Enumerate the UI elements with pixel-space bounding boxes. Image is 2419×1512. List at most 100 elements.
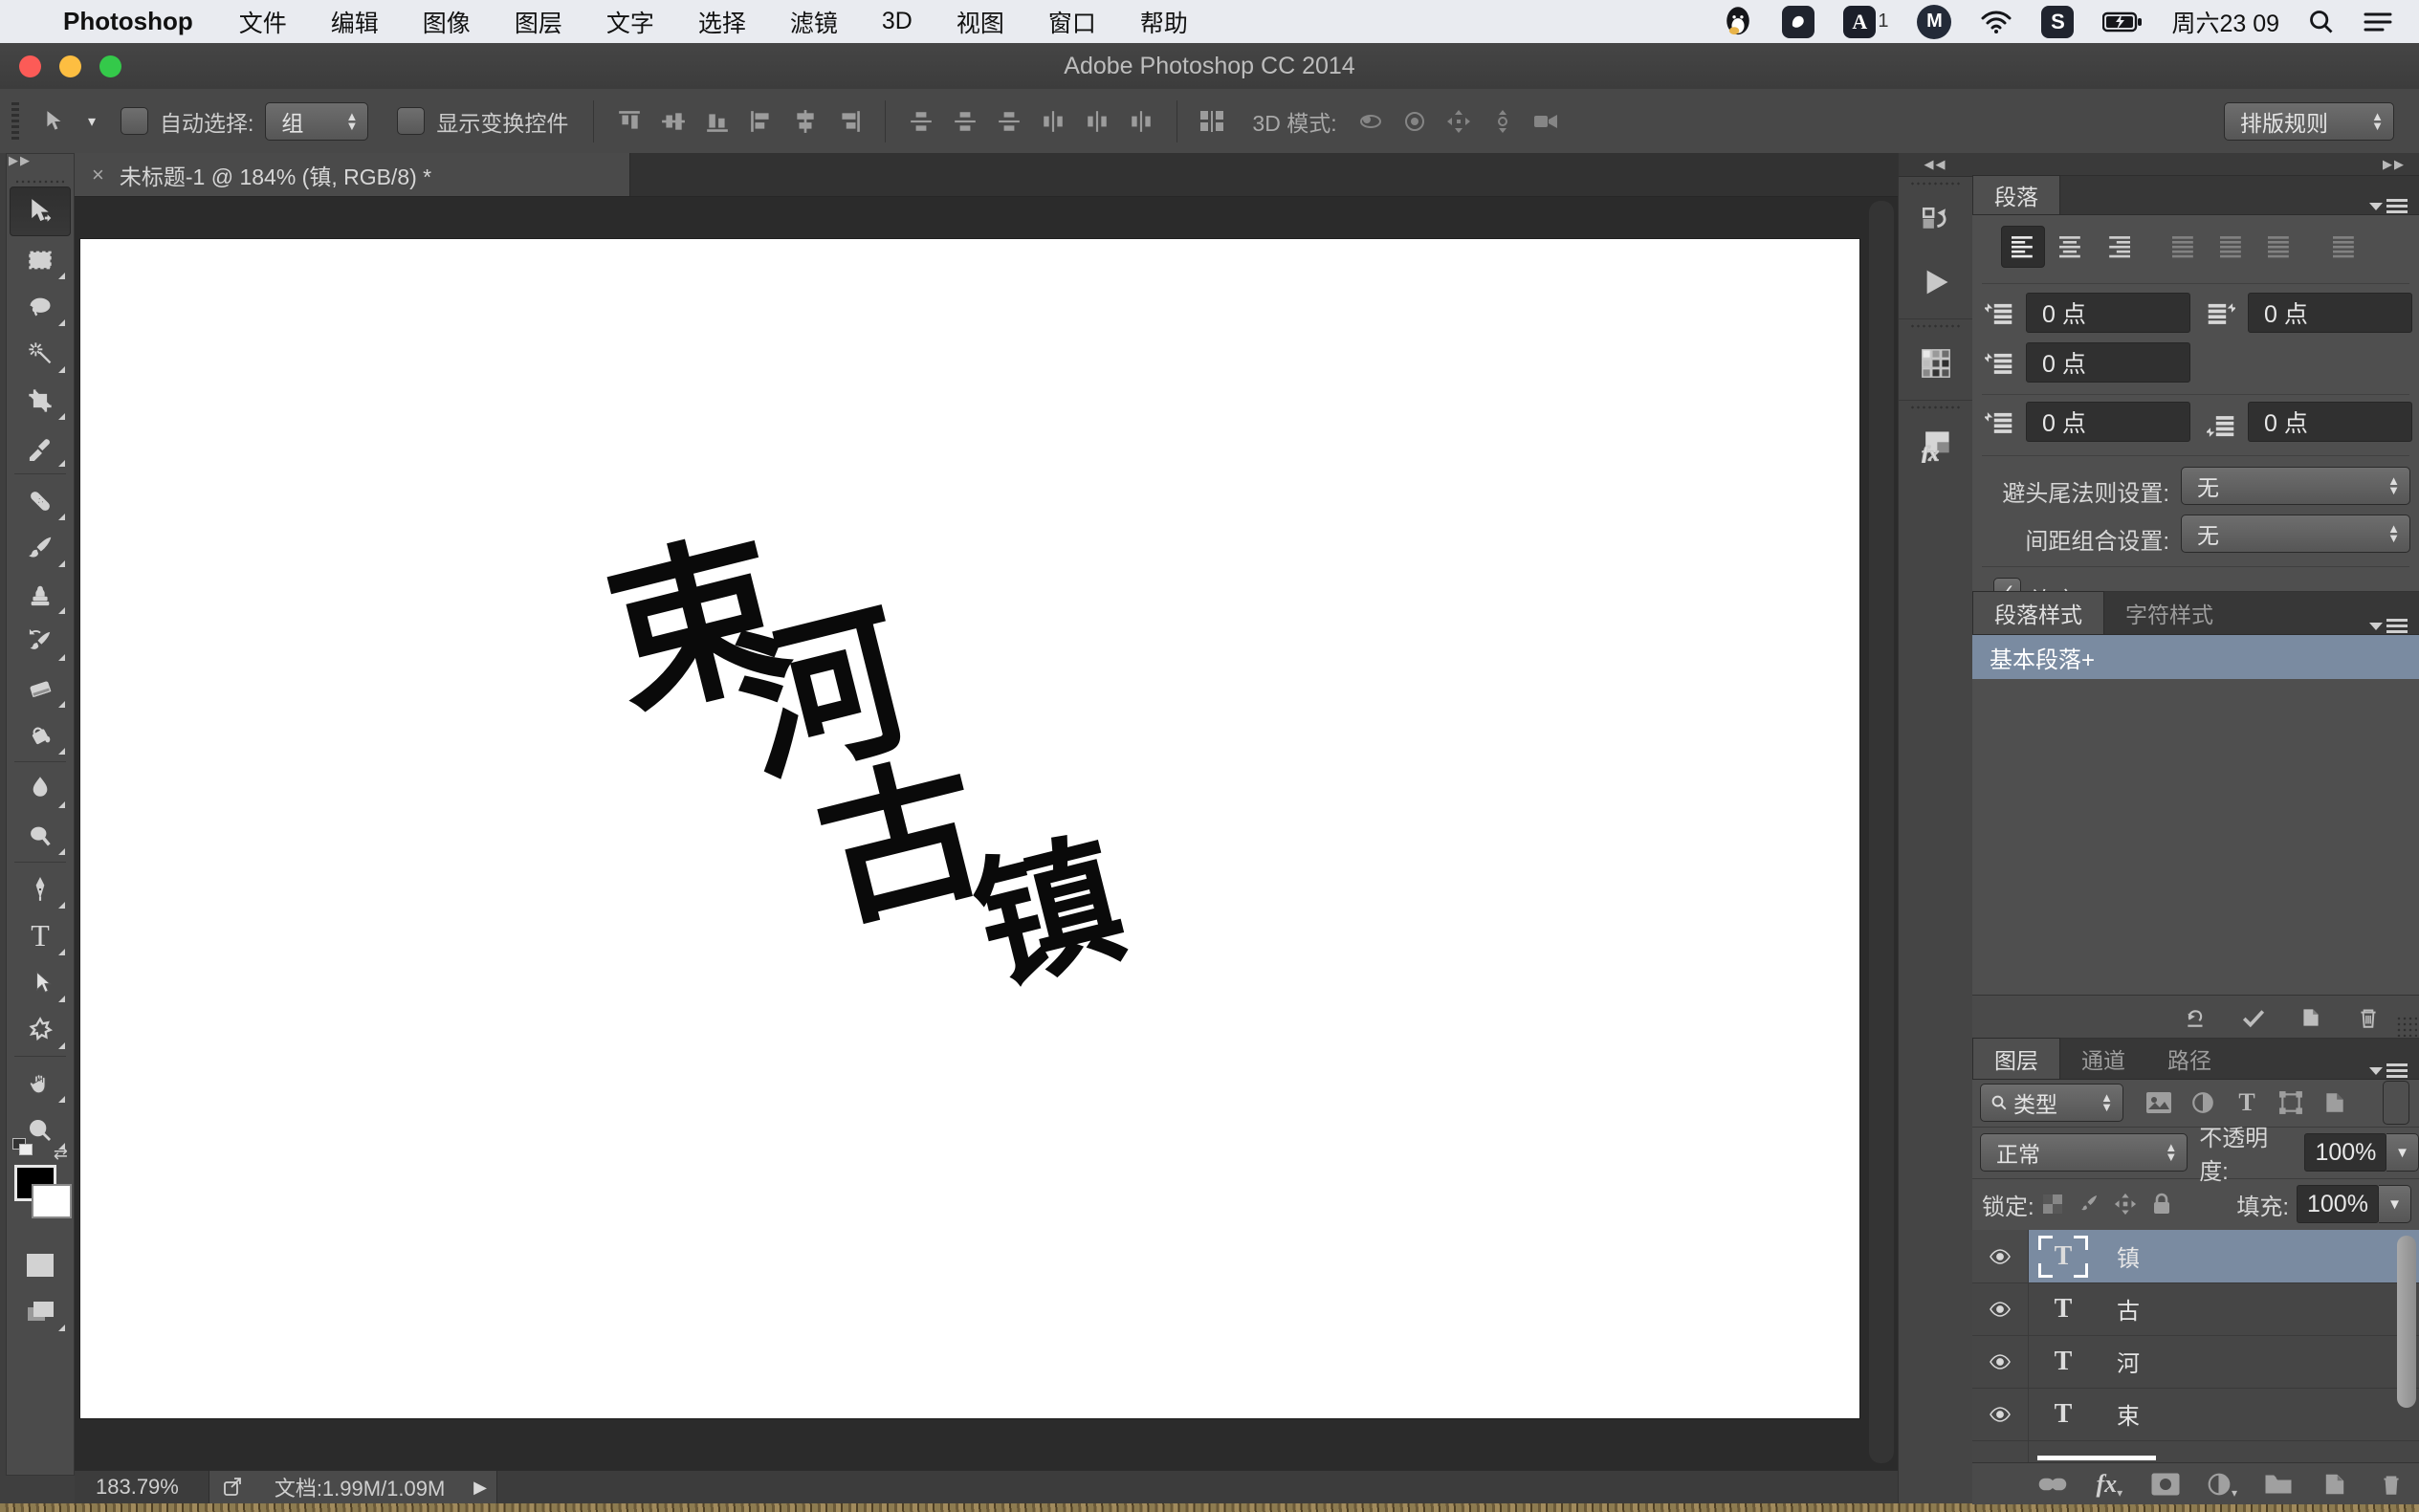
paint-bucket-tool[interactable]: [11, 712, 70, 758]
tools-expand-icon[interactable]: ▶▶: [9, 153, 32, 168]
indent-right-field[interactable]: 0 点: [2248, 293, 2412, 333]
kinsoku-dropdown[interactable]: 无 ▲ ▼: [2181, 467, 2410, 505]
lock-all-icon[interactable]: [2144, 1183, 2180, 1225]
layer-row-shu[interactable]: T 束: [1972, 1388, 2419, 1441]
battery-icon[interactable]: [2102, 11, 2143, 33]
layer-filter-toggle[interactable]: [2383, 1081, 2409, 1125]
distribute-top-edges-icon[interactable]: [899, 100, 943, 142]
eyedropper-tool[interactable]: [11, 424, 70, 471]
menu-layer[interactable]: 图层: [515, 5, 562, 39]
blend-mode-dropdown[interactable]: 正常 ▲ ▼: [1980, 1133, 2188, 1172]
align-left-button[interactable]: [2001, 226, 2045, 268]
justify-last-left-button[interactable]: [2162, 226, 2206, 268]
filter-type-layers-icon[interactable]: T: [2225, 1082, 2269, 1124]
filter-shape-layers-icon[interactable]: [2269, 1082, 2313, 1124]
notes-app-icon[interactable]: [1782, 5, 1815, 38]
show-transform-checkbox[interactable]: [397, 107, 426, 135]
new-style-icon[interactable]: [2298, 1005, 2323, 1030]
dock-grip[interactable]: [1908, 323, 1963, 329]
move-tool[interactable]: [10, 186, 71, 236]
zoom-level-field[interactable]: 183.79%: [96, 1475, 209, 1500]
tab-paths[interactable]: 路径: [2146, 1039, 2232, 1079]
style-item-basic-paragraph[interactable]: 基本段落+: [1972, 635, 2419, 679]
quick-mask-button[interactable]: [11, 1241, 70, 1288]
pen-tool[interactable]: [11, 866, 70, 912]
hand-tool[interactable]: [11, 1060, 70, 1107]
layers-scrollbar[interactable]: [2397, 1236, 2416, 1408]
screen-mode-button[interactable]: [11, 1288, 70, 1335]
dodge-tool[interactable]: [11, 812, 70, 859]
3d-rotate-icon[interactable]: [1349, 100, 1393, 142]
layer-thumbnail-type[interactable]: T: [2038, 1235, 2088, 1278]
tab-character-styles[interactable]: 字符样式: [2104, 592, 2234, 634]
3d-slide-icon[interactable]: [1481, 100, 1525, 142]
layer-visibility-toggle[interactable]: [1972, 1388, 2029, 1440]
document-tab[interactable]: × 未标题-1 @ 184% (镇, RGB/8) *: [75, 153, 630, 196]
justify-last-center-button[interactable]: [2210, 226, 2254, 268]
history-panel-icon[interactable]: [1909, 194, 1963, 248]
wifi-icon[interactable]: [1980, 10, 2012, 34]
panels-collapse-icon[interactable]: ▶▶: [1972, 153, 2419, 176]
menu-type[interactable]: 文字: [606, 5, 654, 39]
layers-panel-menu-icon[interactable]: [2369, 1063, 2419, 1079]
notification-center-icon[interactable]: [2364, 11, 2392, 33]
layer-visibility-toggle[interactable]: [1972, 1282, 2029, 1335]
filter-pixel-layers-icon[interactable]: [2137, 1082, 2181, 1124]
app-menu-photoshop[interactable]: Photoshop: [63, 7, 193, 36]
align-right-button[interactable]: [2097, 226, 2141, 268]
paragraph-panel-menu-icon[interactable]: [2369, 199, 2419, 214]
align-left-edges-icon[interactable]: [739, 100, 783, 142]
layer-row-gu[interactable]: T 古: [1972, 1282, 2419, 1336]
new-group-icon[interactable]: [2250, 1463, 2306, 1505]
fill-slider-arrow[interactable]: ▼: [2379, 1185, 2411, 1223]
auto-select-checkbox[interactable]: [121, 107, 149, 135]
delete-layer-icon[interactable]: [2363, 1463, 2419, 1505]
lock-position-icon[interactable]: [2107, 1183, 2144, 1225]
mojikumi-dropdown[interactable]: 无 ▲ ▼: [2181, 515, 2410, 553]
distribute-right-edges-icon[interactable]: [1119, 100, 1163, 142]
add-layer-mask-icon[interactable]: [2138, 1463, 2194, 1505]
styles-panel-menu-icon[interactable]: [2369, 619, 2419, 634]
tab-layers[interactable]: 图层: [1972, 1038, 2060, 1079]
layer-thumbnail-type[interactable]: T: [2038, 1288, 2088, 1330]
path-select-tool[interactable]: [11, 959, 70, 1006]
filter-adjustment-layers-icon[interactable]: [2181, 1082, 2225, 1124]
status-arrow-icon[interactable]: ▶: [473, 1478, 487, 1498]
swatches-panel-icon[interactable]: [1909, 337, 1963, 390]
indent-first-line-field[interactable]: 0 点: [2026, 342, 2190, 383]
dock-grip[interactable]: [1908, 181, 1963, 186]
typeset-rules-dropdown[interactable]: 排版规则 ▲ ▼: [2224, 101, 2394, 141]
brush-tool[interactable]: [11, 524, 70, 571]
align-vertical-centers-icon[interactable]: [651, 100, 695, 142]
link-layers-icon[interactable]: [2025, 1463, 2081, 1505]
lasso-tool[interactable]: [11, 283, 70, 330]
layer-thumbnail-type[interactable]: T: [2038, 1341, 2088, 1383]
align-horizontal-centers-icon[interactable]: [783, 100, 827, 142]
blur-tool[interactable]: [11, 765, 70, 812]
new-adjustment-layer-icon[interactable]: ▾: [2194, 1463, 2251, 1505]
delete-style-icon[interactable]: [2356, 1005, 2381, 1030]
indent-left-field[interactable]: 0 点: [2026, 293, 2190, 333]
distribute-bottom-edges-icon[interactable]: [987, 100, 1031, 142]
spotlight-search-icon[interactable]: [2308, 9, 2335, 35]
align-right-edges-icon[interactable]: [827, 100, 871, 142]
healing-brush-tool[interactable]: [11, 477, 70, 524]
menu-3d[interactable]: 3D: [882, 8, 913, 35]
3d-camera-icon[interactable]: [1525, 100, 1569, 142]
menu-file[interactable]: 文件: [239, 5, 287, 39]
filter-type-dropdown[interactable]: 类型 ▲ ▼: [1980, 1084, 2123, 1122]
layer-visibility-toggle[interactable]: [1972, 1335, 2029, 1388]
clear-override-icon[interactable]: [2184, 1005, 2209, 1030]
sogou-input-icon[interactable]: S: [2041, 5, 2075, 38]
menu-select[interactable]: 选择: [698, 5, 746, 39]
align-top-edges-icon[interactable]: [607, 100, 651, 142]
lock-pixels-icon[interactable]: [2071, 1183, 2107, 1225]
align-center-button[interactable]: [2049, 226, 2093, 268]
panel-resize-grip[interactable]: [2396, 1016, 2417, 1037]
fill-field[interactable]: 100%: [2297, 1185, 2379, 1223]
tab-close-icon[interactable]: ×: [92, 163, 104, 187]
clone-stamp-tool[interactable]: [11, 571, 70, 618]
document-info[interactable]: 文档:1.99M/1.09M ▶: [209, 1471, 497, 1503]
menu-filter[interactable]: 滤镜: [790, 5, 838, 39]
tab-paragraph[interactable]: 段落: [1972, 175, 2060, 214]
